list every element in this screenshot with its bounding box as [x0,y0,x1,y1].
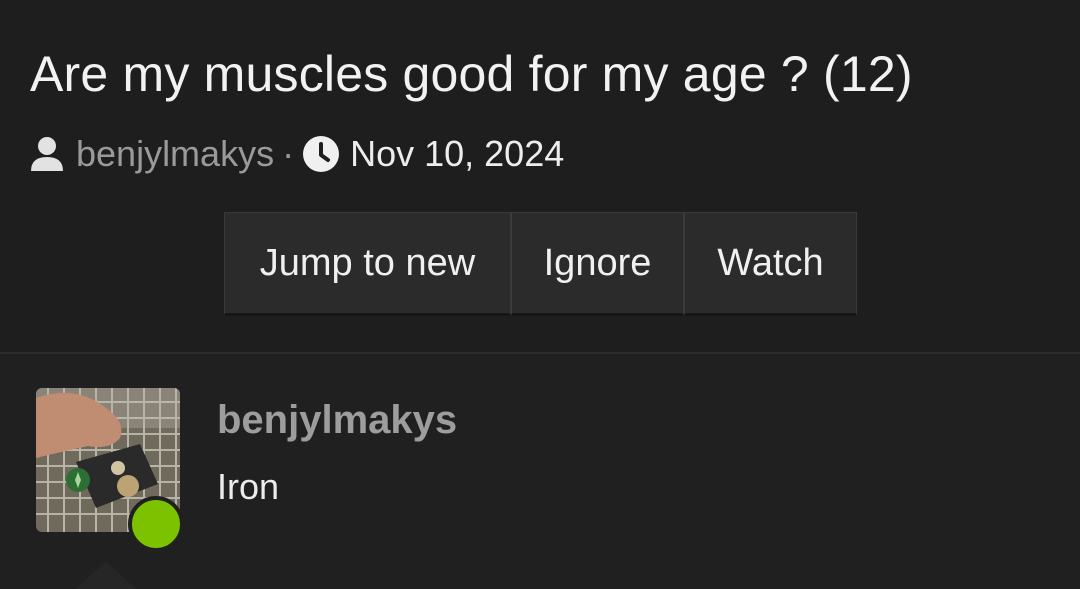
clock-icon [302,135,340,173]
thread-header: Are my muscles good for my age ? (12) be… [0,0,1080,352]
jump-to-new-button[interactable]: Jump to new [224,212,511,316]
online-status-indicator [128,496,184,552]
thread-title: Are my muscles good for my age ? (12) [30,46,913,102]
post-author-link[interactable]: benjylmakys [217,398,457,443]
ignore-button[interactable]: Ignore [511,212,684,316]
user-icon [30,136,64,172]
thread-meta: benjylmakys · Nov 10, 2024 [30,133,564,175]
thread-date[interactable]: Nov 10, 2024 [350,133,564,175]
post-item: benjylmakys Iron [0,354,1080,589]
thread-author-link[interactable]: benjylmakys [76,133,274,175]
message-caret [76,561,136,589]
post-content: Iron [217,466,280,507]
meta-separator: · [282,133,295,174]
watch-button[interactable]: Watch [684,212,857,316]
thread-actions: Jump to new Ignore Watch [224,212,857,320]
